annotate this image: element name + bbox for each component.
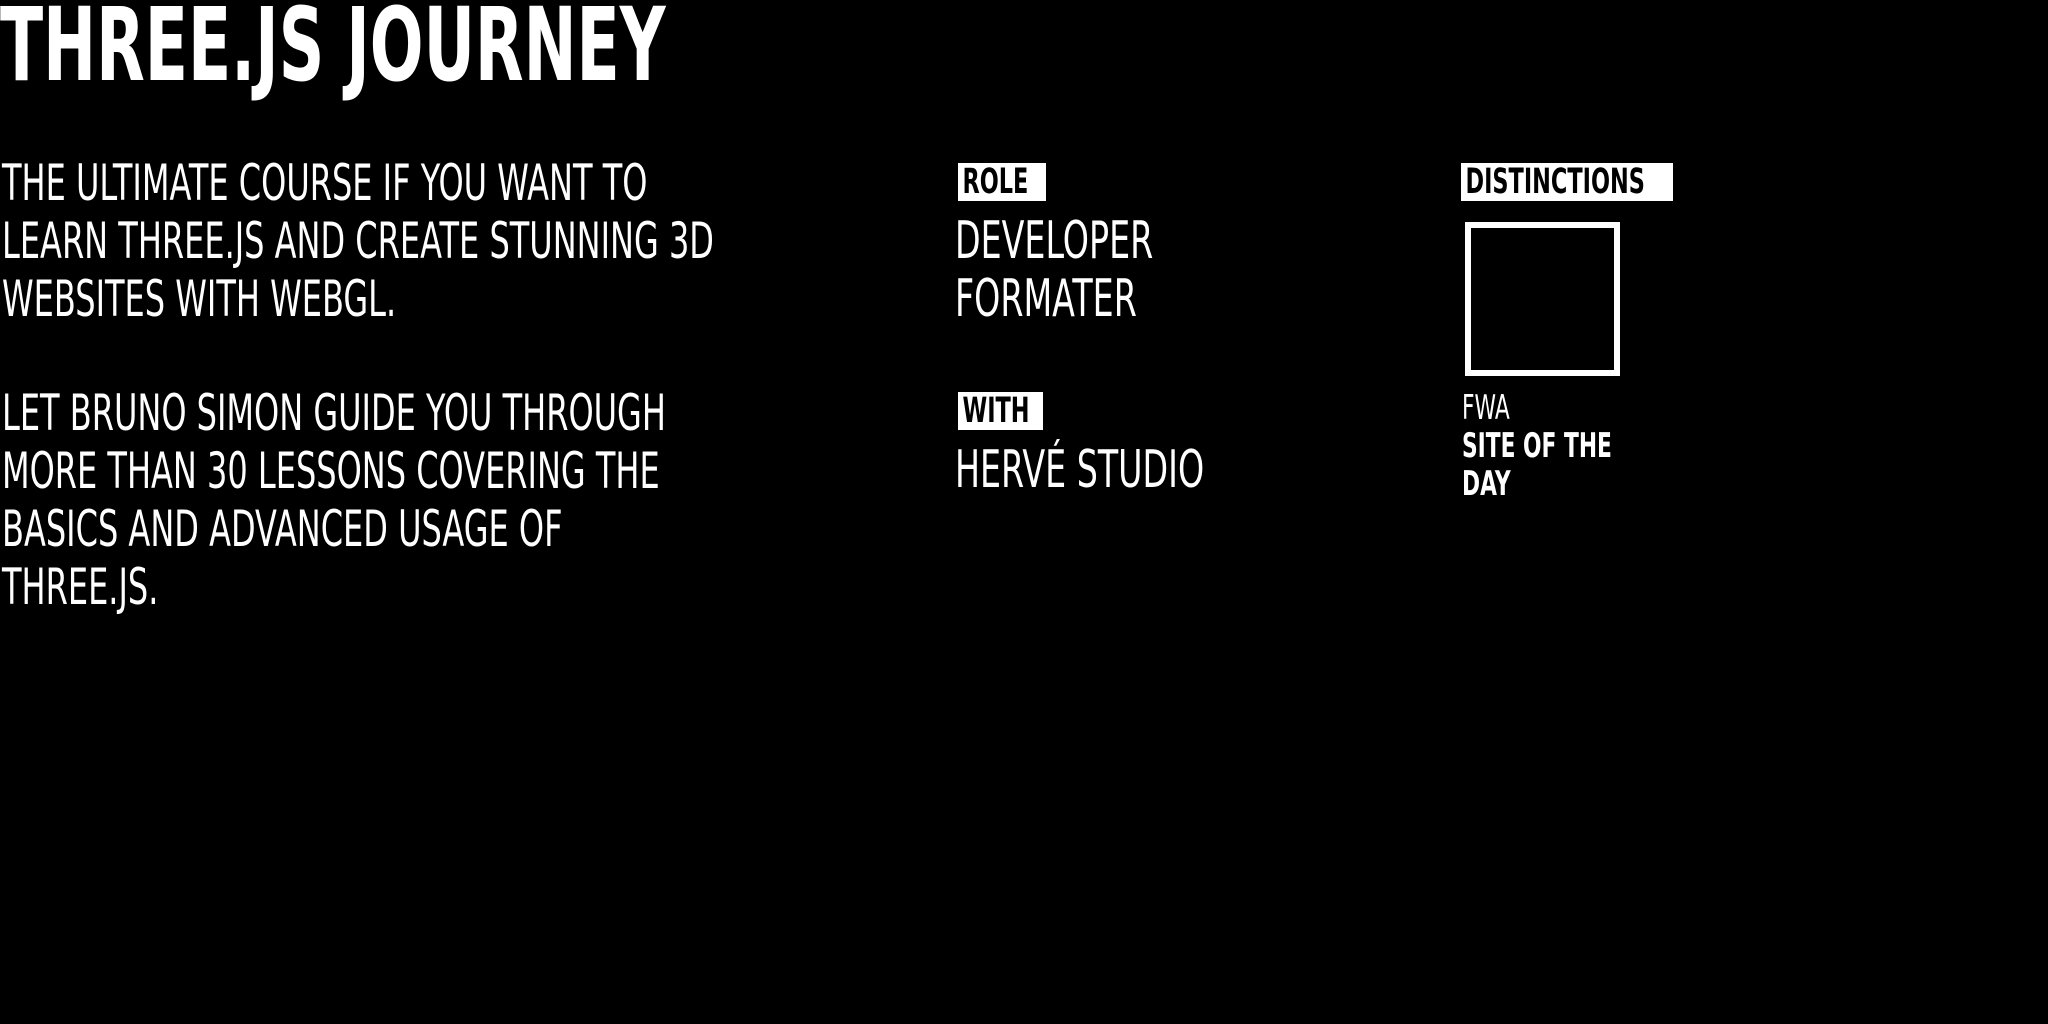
with-value: HERVÉ STUDIO — [955, 440, 1205, 500]
role-value: FORMATER — [955, 269, 1137, 329]
page-title: THREE.JS JOURNEY — [0, 0, 666, 105]
description-line: WEBSITES WITH WEBGL. — [2, 270, 397, 328]
role-values: DEVELOPER FORMATER — [955, 212, 1153, 328]
role-value: DEVELOPER — [955, 211, 1154, 271]
award-name-line: SITE OF THE — [1462, 426, 1612, 466]
with-label-tag: WITH — [958, 392, 1043, 430]
description-line: THREE.JS. — [2, 558, 159, 616]
with-label: WITH — [962, 392, 1030, 430]
distinctions-label-tag: DISTINCTIONS — [1461, 163, 1673, 201]
description-line: LET BRUNO SIMON GUIDE YOU THROUGH — [2, 384, 666, 442]
award-org: FWA — [1462, 388, 1510, 428]
distinctions-label: DISTINCTIONS — [1465, 163, 1645, 201]
description-line: BASICS AND ADVANCED USAGE OF — [2, 500, 563, 558]
description-line: MORE THAN 30 LESSONS COVERING THE — [2, 442, 660, 500]
role-label: ROLE — [962, 163, 1029, 201]
award-name: SITE OF THE DAY — [1462, 427, 1612, 503]
description-line: LEARN THREE.JS AND CREATE STUNNING 3D — [2, 212, 714, 270]
description-line: THE ULTIMATE COURSE IF YOU WANT TO — [2, 154, 648, 212]
role-label-tag: ROLE — [958, 163, 1046, 201]
award-name-line: DAY — [1462, 464, 1511, 504]
description-paragraph-1: THE ULTIMATE COURSE IF YOU WANT TO LEARN… — [2, 154, 714, 328]
award-badge-icon[interactable] — [1465, 222, 1620, 376]
description-paragraph-2: LET BRUNO SIMON GUIDE YOU THROUGH MORE T… — [2, 384, 666, 616]
